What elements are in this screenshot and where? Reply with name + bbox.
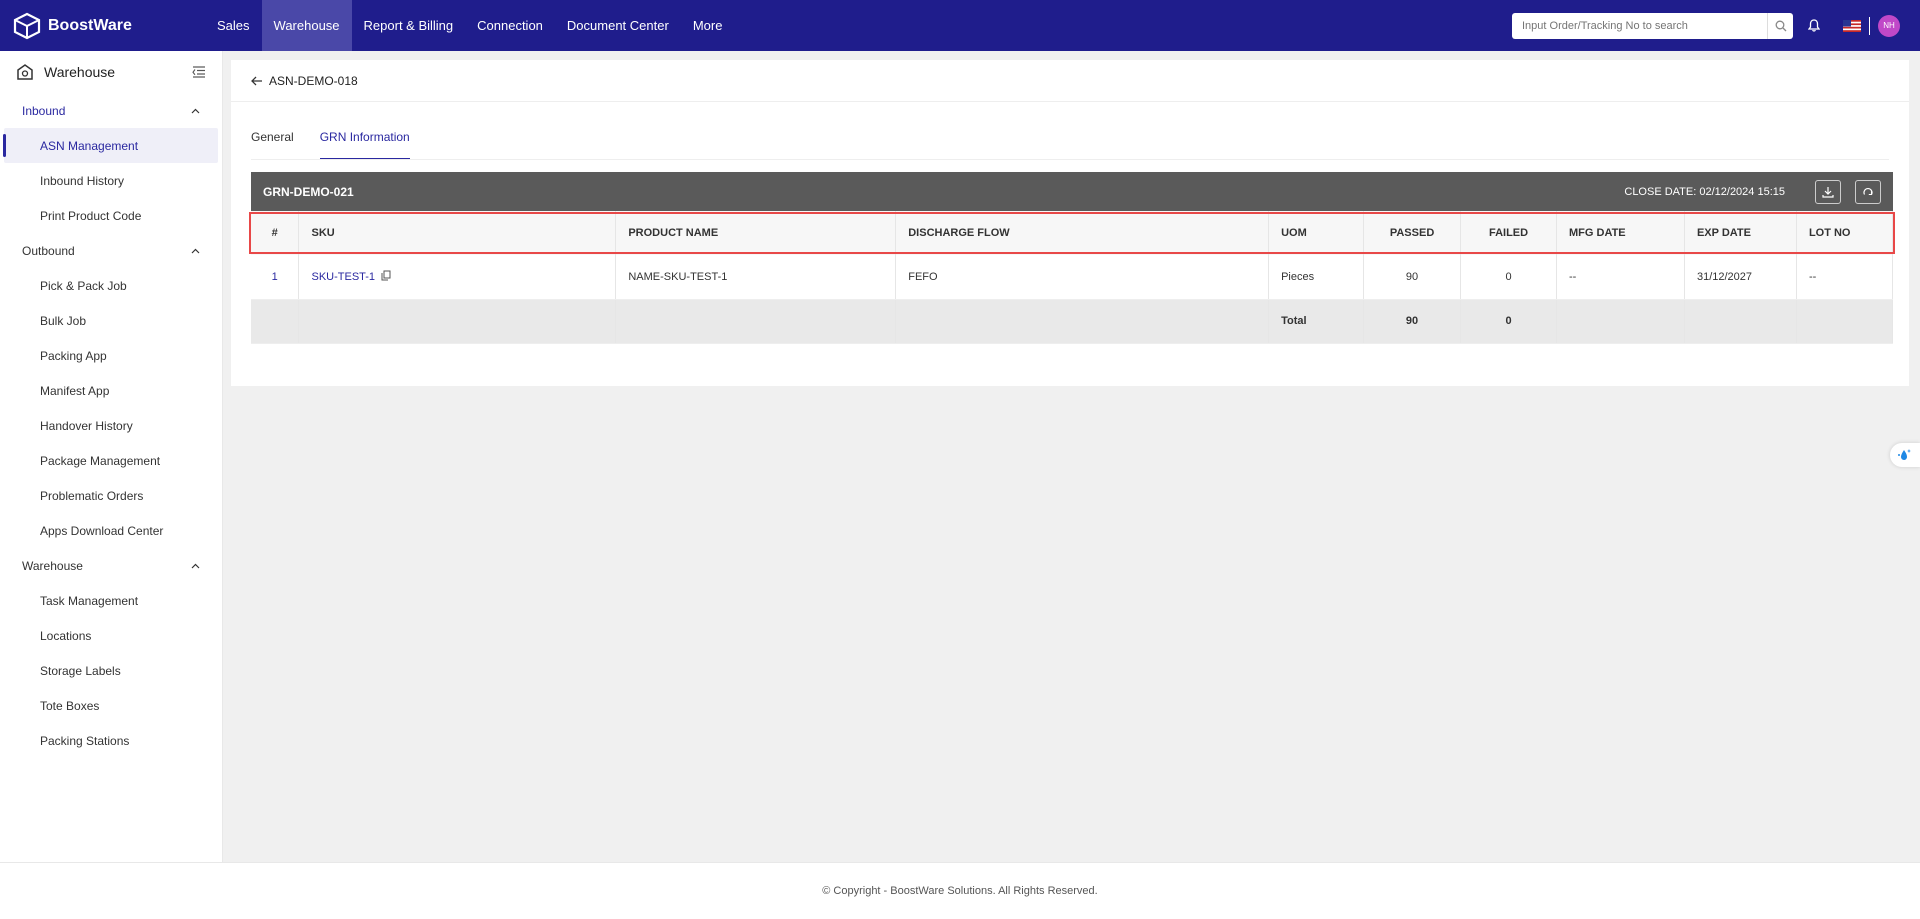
droplet-sparkle-icon — [1898, 449, 1911, 460]
sidebar-group-outbound[interactable]: Outbound — [0, 233, 222, 268]
row-sku-cell: SKU-TEST-1 — [298, 255, 617, 300]
main-card: ASN-DEMO-018 General GRN Information GRN… — [231, 60, 1909, 386]
top-right-tools: NH — [1512, 0, 1920, 51]
total-passed: 90 — [1363, 299, 1462, 344]
sidebar-item-packing-app[interactable]: Packing App — [0, 338, 222, 373]
warehouse-icon — [17, 64, 33, 80]
sidebar-item-pick-pack-job[interactable]: Pick & Pack Job — [0, 268, 222, 303]
sidebar-item-packing-stations[interactable]: Packing Stations — [0, 723, 222, 758]
col-header-uom: UOM — [1268, 211, 1365, 255]
grn-table: # SKU PRODUCT NAME DISCHARGE FLOW UOM PA… — [251, 211, 1894, 344]
us-flag-icon[interactable] — [1843, 19, 1861, 32]
bell-icon — [1808, 19, 1820, 32]
total-failed: 0 — [1460, 299, 1558, 344]
nav-more[interactable]: More — [681, 0, 735, 51]
search-input[interactable] — [1512, 12, 1767, 39]
table-header-row: # SKU PRODUCT NAME DISCHARGE FLOW UOM PA… — [251, 211, 1894, 255]
sidebar-item-locations[interactable]: Locations — [0, 618, 222, 653]
sidebar-item-problematic-orders[interactable]: Problematic Orders — [0, 478, 222, 513]
row-failed: 0 — [1460, 255, 1558, 300]
chevron-up-icon — [191, 248, 200, 253]
col-header-product-name: PRODUCT NAME — [615, 211, 897, 255]
nav-warehouse[interactable]: Warehouse — [261, 0, 352, 51]
row-passed: 90 — [1363, 255, 1462, 300]
table-total-row: Total 90 0 — [251, 299, 1894, 344]
search-icon — [1775, 20, 1786, 31]
tab-grn-information[interactable]: GRN Information — [319, 130, 410, 160]
sidebar-group-warehouse[interactable]: Warehouse — [0, 548, 222, 583]
row-mfg-date: -- — [1556, 255, 1685, 300]
col-header-failed: FAILED — [1460, 211, 1558, 255]
chevron-up-icon — [191, 108, 200, 113]
sidebar-item-asn-management[interactable]: ASN Management — [3, 128, 218, 163]
nav-connection[interactable]: Connection — [465, 0, 555, 51]
grn-header-bar: GRN-DEMO-021 CLOSE DATE: 02/12/2024 15:1… — [251, 172, 1893, 211]
nav-report-billing[interactable]: Report & Billing — [352, 0, 466, 51]
sidebar-group-label: Outbound — [22, 243, 75, 258]
footer: © Copyright - BoostWare Solutions. All R… — [0, 862, 1920, 919]
sku-link[interactable]: SKU-TEST-1 — [311, 271, 375, 283]
row-lot-no: -- — [1796, 255, 1894, 300]
sidebar-item-print-product-code[interactable]: Print Product Code — [0, 198, 222, 233]
table-row: 1 SKU-TEST-1 NAME-SKU-TEST-1 FEFO Pieces… — [251, 255, 1894, 300]
nav-sales[interactable]: Sales — [205, 0, 262, 51]
row-product-name: NAME-SKU-TEST-1 — [615, 255, 897, 300]
sidebar-item-bulk-job[interactable]: Bulk Job — [0, 303, 222, 338]
sidebar-item-apps-download-center[interactable]: Apps Download Center — [0, 513, 222, 548]
sidebar-header: Warehouse — [0, 51, 222, 93]
sidebar-item-manifest-app[interactable]: Manifest App — [0, 373, 222, 408]
user-avatar[interactable]: NH — [1878, 14, 1900, 37]
col-header-num: # — [251, 211, 300, 255]
copy-icon[interactable] — [381, 270, 391, 281]
page-header: ASN-DEMO-018 — [231, 60, 1909, 102]
sidebar-item-storage-labels[interactable]: Storage Labels — [0, 653, 222, 688]
back-arrow-icon[interactable] — [251, 76, 263, 86]
grn-id: GRN-DEMO-021 — [263, 184, 354, 199]
nav-document-center[interactable]: Document Center — [555, 0, 681, 51]
row-num: 1 — [251, 255, 300, 300]
tab-general[interactable]: General — [251, 130, 294, 160]
search-button[interactable] — [1767, 12, 1793, 39]
col-header-discharge-flow: DISCHARGE FLOW — [895, 211, 1270, 255]
refresh-icon — [1863, 187, 1873, 195]
row-exp-date: 31/12/2027 — [1684, 255, 1797, 300]
sidebar: Warehouse Inbound ASN Management Inbound… — [0, 51, 223, 862]
divider — [1869, 16, 1870, 35]
main-nav: Sales Warehouse Report & Billing Connect… — [205, 0, 734, 51]
sidebar-item-package-management[interactable]: Package Management — [0, 443, 222, 478]
row-uom: Pieces — [1268, 255, 1365, 300]
notification-button[interactable] — [1805, 17, 1823, 35]
floating-assistant-button[interactable] — [1890, 443, 1920, 467]
col-header-lot-no: LOT NO — [1796, 211, 1894, 255]
tabs-divider — [251, 159, 1889, 160]
sidebar-item-tote-boxes[interactable]: Tote Boxes — [0, 688, 222, 723]
sidebar-title: Warehouse — [44, 64, 116, 80]
total-label: Total — [1268, 299, 1365, 344]
sidebar-item-handover-history[interactable]: Handover History — [0, 408, 222, 443]
boostware-logo-icon — [13, 12, 41, 39]
sidebar-item-task-management[interactable]: Task Management — [0, 583, 222, 618]
sidebar-group-inbound[interactable]: Inbound — [0, 93, 222, 128]
col-header-mfg-date: MFG DATE — [1556, 211, 1685, 255]
download-icon — [1822, 186, 1834, 198]
sidebar-group-label: Inbound — [22, 103, 66, 118]
chevron-up-icon — [191, 563, 200, 568]
page-title: ASN-DEMO-018 — [269, 73, 358, 88]
sidebar-group-label: Warehouse — [22, 558, 83, 573]
brand-name: BoostWare — [48, 16, 132, 34]
collapse-menu-icon[interactable] — [192, 66, 206, 78]
top-bar: BoostWare Sales Warehouse Report & Billi… — [0, 0, 1920, 51]
close-date: CLOSE DATE: 02/12/2024 15:15 — [1624, 185, 1785, 198]
tabs: General GRN Information — [251, 130, 436, 160]
col-header-passed: PASSED — [1363, 211, 1462, 255]
row-discharge-flow: FEFO — [895, 255, 1270, 300]
col-header-sku: SKU — [298, 211, 617, 255]
sidebar-item-inbound-history[interactable]: Inbound History — [0, 163, 222, 198]
download-button[interactable] — [1815, 179, 1841, 204]
col-header-exp-date: EXP DATE — [1684, 211, 1797, 255]
brand[interactable]: BoostWare — [0, 12, 205, 40]
refresh-button[interactable] — [1855, 179, 1881, 204]
